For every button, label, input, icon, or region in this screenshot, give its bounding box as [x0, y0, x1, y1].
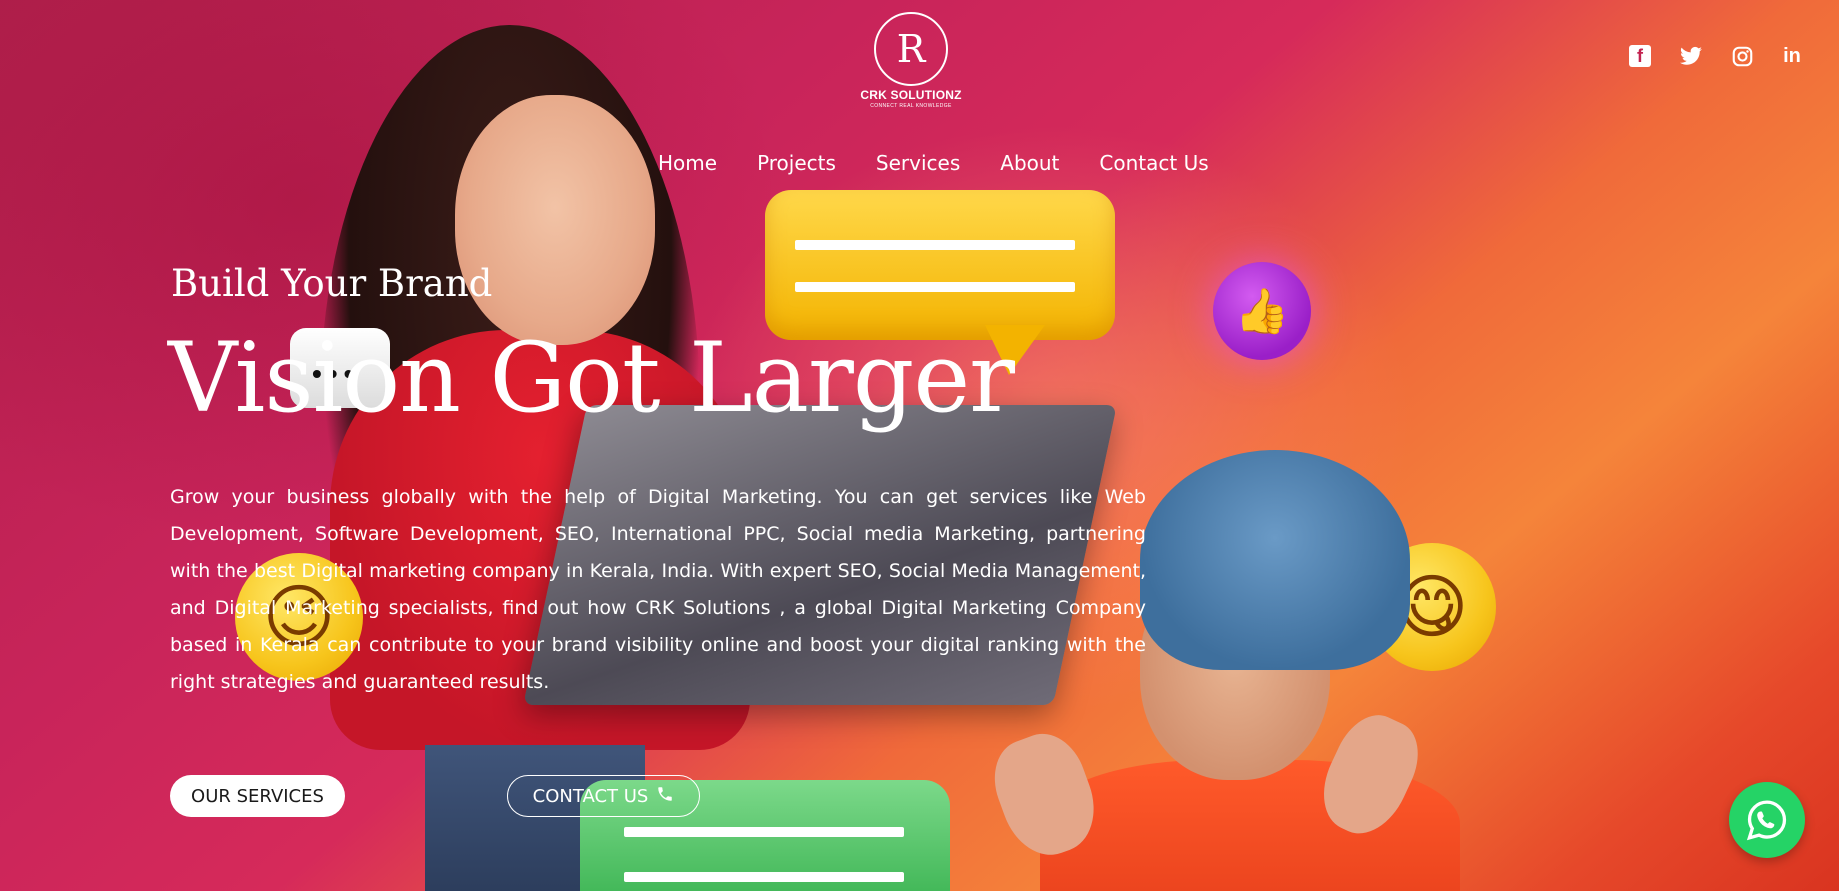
twitter-icon[interactable] — [1680, 45, 1702, 67]
thumbs-up-icon: 👍 — [1213, 262, 1311, 360]
contact-us-button-label: CONTACT US — [532, 785, 649, 807]
nav-home[interactable]: Home — [658, 151, 717, 175]
nav-projects[interactable]: Projects — [757, 151, 836, 175]
our-services-button-label: OUR SERVICES — [191, 785, 324, 807]
logo-tagline: CONNECT REAL KNOWLEDGE — [870, 103, 952, 109]
logo-mark-letter: R — [896, 27, 926, 71]
brand-logo[interactable]: R CRK SOLUTIONZ CONNECT REAL KNOWLEDGE — [855, 12, 967, 112]
contact-us-button[interactable]: CONTACT US — [507, 775, 700, 817]
hero-description: Grow your business globally with the hel… — [170, 486, 1146, 693]
yellow-chat-bubble-icon — [765, 190, 1115, 340]
hero-image-woman-right-beanie — [1140, 450, 1410, 670]
whatsapp-chat-button[interactable] — [1729, 782, 1805, 858]
hero-section: ••• ••• 👍 😉 😋 R CRK SOLUTIONZ CONNECT RE… — [0, 0, 1839, 891]
logo-mark-icon: R — [874, 12, 948, 86]
our-services-button[interactable]: OUR SERVICES — [170, 775, 345, 817]
whatsapp-icon — [1746, 800, 1787, 841]
linkedin-icon[interactable]: in — [1781, 45, 1803, 67]
hero-image-woman-left-face — [455, 95, 655, 345]
phone-icon — [656, 785, 674, 808]
hero-headline: Vision Got Larger — [168, 322, 1015, 434]
nav-contact-us[interactable]: Contact Us — [1099, 151, 1208, 175]
instagram-icon[interactable] — [1731, 45, 1753, 67]
nav-about[interactable]: About — [1000, 151, 1059, 175]
hero-kicker: Build Your Brand — [171, 262, 493, 305]
main-nav: Home Projects Services About Contact Us — [658, 151, 1249, 175]
facebook-icon[interactable]: f — [1629, 45, 1651, 67]
logo-brand-name: CRK SOLUTIONZ — [860, 88, 962, 102]
nav-services[interactable]: Services — [876, 151, 960, 175]
